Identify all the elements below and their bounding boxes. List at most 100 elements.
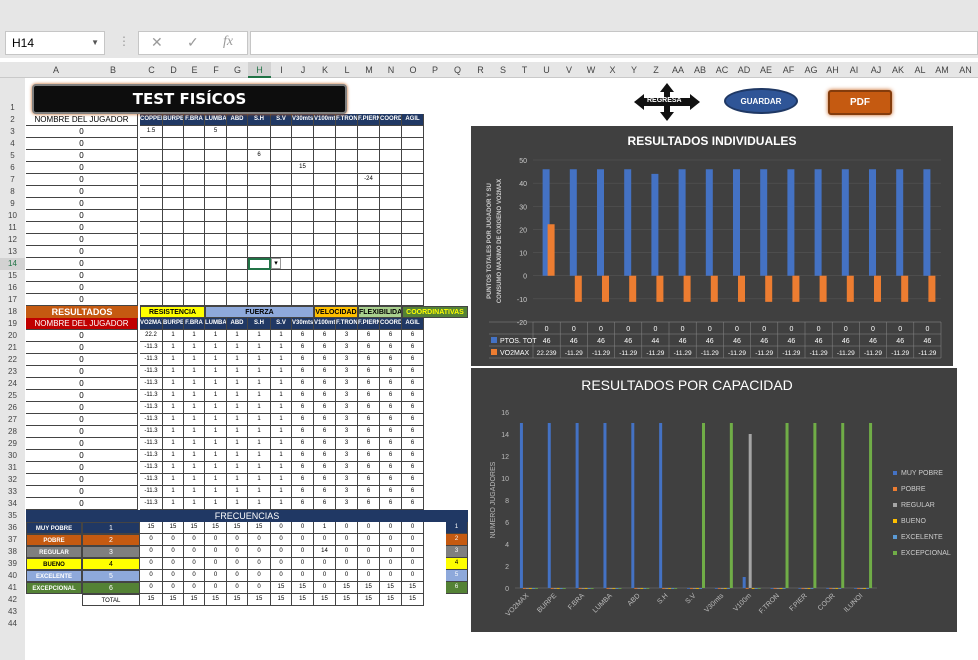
bar-muy-pobre[interactable] [742, 577, 746, 588]
bar-ptos[interactable] [869, 169, 876, 276]
row-header[interactable]: 19 [0, 318, 25, 330]
data-cell[interactable] [140, 162, 163, 174]
bar-pobre[interactable] [745, 588, 749, 589]
data-cell[interactable] [336, 234, 358, 246]
bar-bueno[interactable] [807, 588, 811, 589]
bar-ptos[interactable] [923, 169, 931, 276]
bar-excepcional[interactable] [813, 423, 817, 588]
data-cell[interactable] [292, 294, 314, 306]
data-cell[interactable] [184, 222, 205, 234]
column-header[interactable]: AA [667, 62, 689, 78]
row-header[interactable]: 17 [0, 294, 25, 306]
row-header[interactable]: 41 [0, 582, 25, 594]
bar-ptos[interactable] [678, 169, 686, 276]
data-cell[interactable] [140, 246, 163, 258]
data-cell[interactable] [292, 258, 314, 270]
bar-excepcional[interactable] [562, 588, 566, 589]
bar-ptos[interactable] [651, 173, 659, 276]
data-cell[interactable] [227, 294, 248, 306]
data-cell[interactable] [271, 150, 292, 162]
chart-individual[interactable]: RESULTADOS INDIVIDUALES 50 40 30 20 10 0 -10 -20… [471, 126, 953, 366]
bar-vo2max[interactable] [765, 275, 773, 302]
column-header[interactable]: M [358, 62, 380, 78]
data-cell[interactable] [163, 222, 184, 234]
cancel-icon[interactable]: ✕ [151, 34, 163, 51]
row-header[interactable]: 23 [0, 366, 25, 378]
data-cell[interactable] [163, 162, 184, 174]
data-cell[interactable] [271, 294, 292, 306]
bar-regular[interactable] [832, 588, 836, 589]
column-header[interactable]: V [558, 62, 580, 78]
column-header[interactable]: AN [953, 62, 978, 78]
bar-pobre[interactable] [522, 588, 526, 589]
data-cell[interactable] [402, 138, 424, 150]
row-header[interactable]: 1 [0, 102, 25, 114]
row-header[interactable]: 26 [0, 402, 25, 414]
data-cell[interactable] [292, 270, 314, 282]
bar-vo2max[interactable] [738, 275, 745, 302]
bar-bueno[interactable] [584, 588, 588, 589]
selected-cell[interactable] [248, 258, 271, 270]
data-cell[interactable] [314, 198, 336, 210]
data-cell[interactable] [205, 186, 227, 198]
data-cell[interactable] [336, 246, 358, 258]
data-cell[interactable] [140, 174, 163, 186]
column-header[interactable]: AL [909, 62, 931, 78]
bar-excelente[interactable] [643, 588, 647, 589]
data-cell[interactable] [248, 246, 271, 258]
player-name[interactable]: 0 [26, 258, 138, 270]
bar-bueno[interactable] [779, 588, 783, 589]
bar-pobre[interactable] [773, 588, 777, 589]
column-header[interactable]: AD [733, 62, 755, 78]
data-cell[interactable] [402, 294, 424, 306]
data-cell[interactable] [248, 198, 271, 210]
column-header[interactable]: AJ [865, 62, 887, 78]
bar-ptos[interactable] [896, 169, 904, 276]
data-cell[interactable] [292, 246, 314, 258]
bar-bueno[interactable] [528, 588, 532, 589]
data-cell[interactable] [358, 210, 380, 222]
data-cell[interactable] [292, 150, 314, 162]
data-cell[interactable] [163, 270, 184, 282]
bar-bueno[interactable] [696, 588, 699, 589]
row-header[interactable]: 44 [0, 618, 25, 630]
data-cell[interactable] [271, 282, 292, 294]
bar-pobre[interactable] [634, 588, 638, 589]
data-cell[interactable] [163, 174, 184, 186]
bar-pobre[interactable] [801, 588, 805, 589]
row-header[interactable]: 16 [0, 282, 25, 294]
row-header[interactable]: 31 [0, 462, 25, 474]
data-cell[interactable] [402, 222, 424, 234]
data-cell[interactable] [184, 270, 205, 282]
column-header[interactable]: X [602, 62, 623, 78]
data-cell[interactable] [227, 246, 248, 258]
chevron-down-icon[interactable]: ▾ [271, 258, 281, 269]
bar-excepcional[interactable] [618, 588, 622, 589]
data-cell[interactable] [205, 210, 227, 222]
bar-excepcional[interactable] [590, 588, 594, 589]
data-cell[interactable] [292, 126, 314, 138]
column-header[interactable]: O [402, 62, 424, 78]
row-header[interactable]: 24 [0, 378, 25, 390]
data-cell[interactable] [358, 186, 380, 198]
data-cell[interactable] [227, 282, 248, 294]
column-header[interactable]: W [580, 62, 602, 78]
bar-muy-pobre[interactable] [770, 588, 774, 589]
data-cell[interactable] [402, 174, 424, 186]
bar-regular[interactable] [748, 434, 752, 588]
bar-vo2max[interactable] [629, 275, 637, 302]
data-cell[interactable] [248, 186, 271, 198]
pdf-button[interactable]: PDF [828, 90, 892, 115]
data-cell[interactable] [184, 198, 205, 210]
data-cell[interactable] [248, 210, 271, 222]
data-cell[interactable] [358, 270, 380, 282]
bar-bueno[interactable] [668, 588, 672, 589]
bar-muy-pobre[interactable] [575, 423, 579, 588]
data-cell[interactable] [336, 258, 358, 270]
data-cell[interactable] [314, 150, 336, 162]
data-cell[interactable] [271, 234, 292, 246]
column-header[interactable]: AC [711, 62, 733, 78]
column-header[interactable]: I [271, 62, 292, 78]
data-cell[interactable] [358, 150, 380, 162]
bar-bueno[interactable] [556, 588, 560, 589]
